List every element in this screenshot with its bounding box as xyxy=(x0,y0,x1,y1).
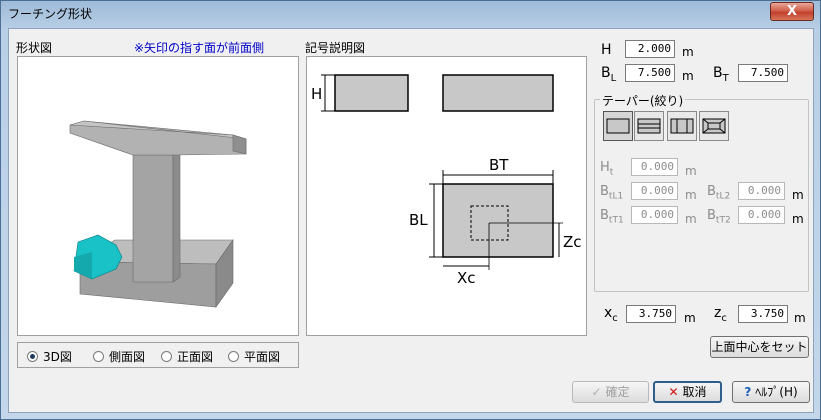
check-icon: ✓ xyxy=(591,385,602,399)
footing-3d-drawing xyxy=(69,120,247,308)
h-dim-label: H xyxy=(311,85,322,103)
btl1-unit: m xyxy=(685,188,697,202)
btl1-input[interactable]: 0.000 xyxy=(631,182,678,200)
zc-label: zc xyxy=(714,305,727,324)
legend-drawing: H BT BL Zc Xc xyxy=(311,74,582,287)
btl2-input[interactable]: 0.000 xyxy=(738,182,785,200)
zc-input[interactable]: 3.750 xyxy=(738,305,788,323)
view-option-front[interactable]: 正面図 xyxy=(161,348,213,365)
zc-unit: m xyxy=(794,311,806,325)
btt1-unit: m xyxy=(685,212,697,226)
set-top-center-button[interactable]: 上面中心をセット xyxy=(710,336,809,358)
help-question-icon: ? xyxy=(744,385,752,399)
symbol-legend-diagram: H BT BL Zc Xc xyxy=(306,56,587,336)
window-title: フーチング形状 xyxy=(8,7,93,21)
btt2-label: BtT2 xyxy=(707,208,731,226)
front-view-rect xyxy=(442,74,554,112)
xc-label: xc xyxy=(604,305,618,324)
bt-input[interactable]: 7.500 xyxy=(738,64,788,82)
bt-label: BT xyxy=(713,65,729,84)
h-input[interactable]: 2.000 xyxy=(625,40,675,58)
btt1-input[interactable]: 0.000 xyxy=(631,206,678,224)
taper-longitudinal-button[interactable] xyxy=(634,111,664,141)
front-side-note: ※矢印の指す面が前面側 xyxy=(134,41,265,55)
taper-none-icon xyxy=(606,118,630,134)
side-view-rect xyxy=(334,74,409,112)
xc-unit: m xyxy=(684,311,696,325)
h-unit: m xyxy=(682,45,694,59)
title-bar: フーチング形状 X xyxy=(1,1,820,25)
xc-input[interactable]: 3.750 xyxy=(626,305,676,323)
dialog-window: フーチング形状 X 形状図 ※矢印の指す面が前面側 記号説明図 H BT BL … xyxy=(0,0,821,420)
radio-selected-icon xyxy=(27,351,38,362)
taper-both-icon xyxy=(702,118,726,134)
radio-icon xyxy=(228,351,239,362)
btl2-unit: m xyxy=(792,188,804,202)
cancel-x-icon: ✕ xyxy=(668,385,679,399)
bl-unit: m xyxy=(682,69,694,83)
beam-end-face xyxy=(232,134,247,155)
btt2-input[interactable]: 0.000 xyxy=(738,206,785,224)
taper-longitudinal-icon xyxy=(637,118,661,134)
column-side-face xyxy=(172,148,181,283)
legend-panel-label: 記号説明図 xyxy=(305,41,366,55)
btl2-label: BtL2 xyxy=(707,184,731,202)
radio-icon xyxy=(161,351,172,362)
xc-dim-label: Xc xyxy=(457,269,476,287)
ht-input[interactable]: 0.000 xyxy=(631,158,678,176)
taper-transverse-button[interactable] xyxy=(667,111,697,141)
shape-panel-label: 形状図 xyxy=(16,41,53,55)
bl-dim-label: BL xyxy=(409,211,428,229)
shape-3d-view xyxy=(17,56,299,336)
bt-dim-label: BT xyxy=(489,156,509,174)
zc-dim-label: Zc xyxy=(563,233,582,251)
btl1-label: BtL1 xyxy=(600,184,624,202)
bl-input[interactable]: 7.500 xyxy=(625,64,675,82)
dialog-body: 形状図 ※矢印の指す面が前面側 記号説明図 H BT BL Zc Xc 3D図 … xyxy=(8,28,814,413)
btt2-unit: m xyxy=(792,212,804,226)
view-option-3d[interactable]: 3D図 xyxy=(27,348,72,365)
close-button[interactable]: X xyxy=(770,2,814,21)
bl-label: BL xyxy=(601,65,617,84)
column-front-face xyxy=(132,154,174,283)
ht-label: Ht xyxy=(600,160,614,178)
btt1-label: BtT1 xyxy=(600,208,624,226)
view-option-side[interactable]: 側面図 xyxy=(93,348,145,365)
confirm-button[interactable]: ✓ 確定 xyxy=(572,381,649,403)
taper-none-button[interactable] xyxy=(603,111,633,141)
h-label: H xyxy=(601,42,612,58)
help-button[interactable]: ? ﾍﾙﾌﾟ(H) xyxy=(732,381,810,403)
taper-group-label: テーパー(絞り) xyxy=(600,92,686,109)
taper-both-button[interactable] xyxy=(699,111,729,141)
view-option-plan[interactable]: 平面図 xyxy=(228,348,280,365)
cancel-button[interactable]: ✕ 取消 xyxy=(653,381,722,403)
taper-transverse-icon xyxy=(670,118,694,134)
plan-view-rect xyxy=(442,183,554,258)
ht-unit: m xyxy=(685,164,697,178)
radio-icon xyxy=(93,351,104,362)
